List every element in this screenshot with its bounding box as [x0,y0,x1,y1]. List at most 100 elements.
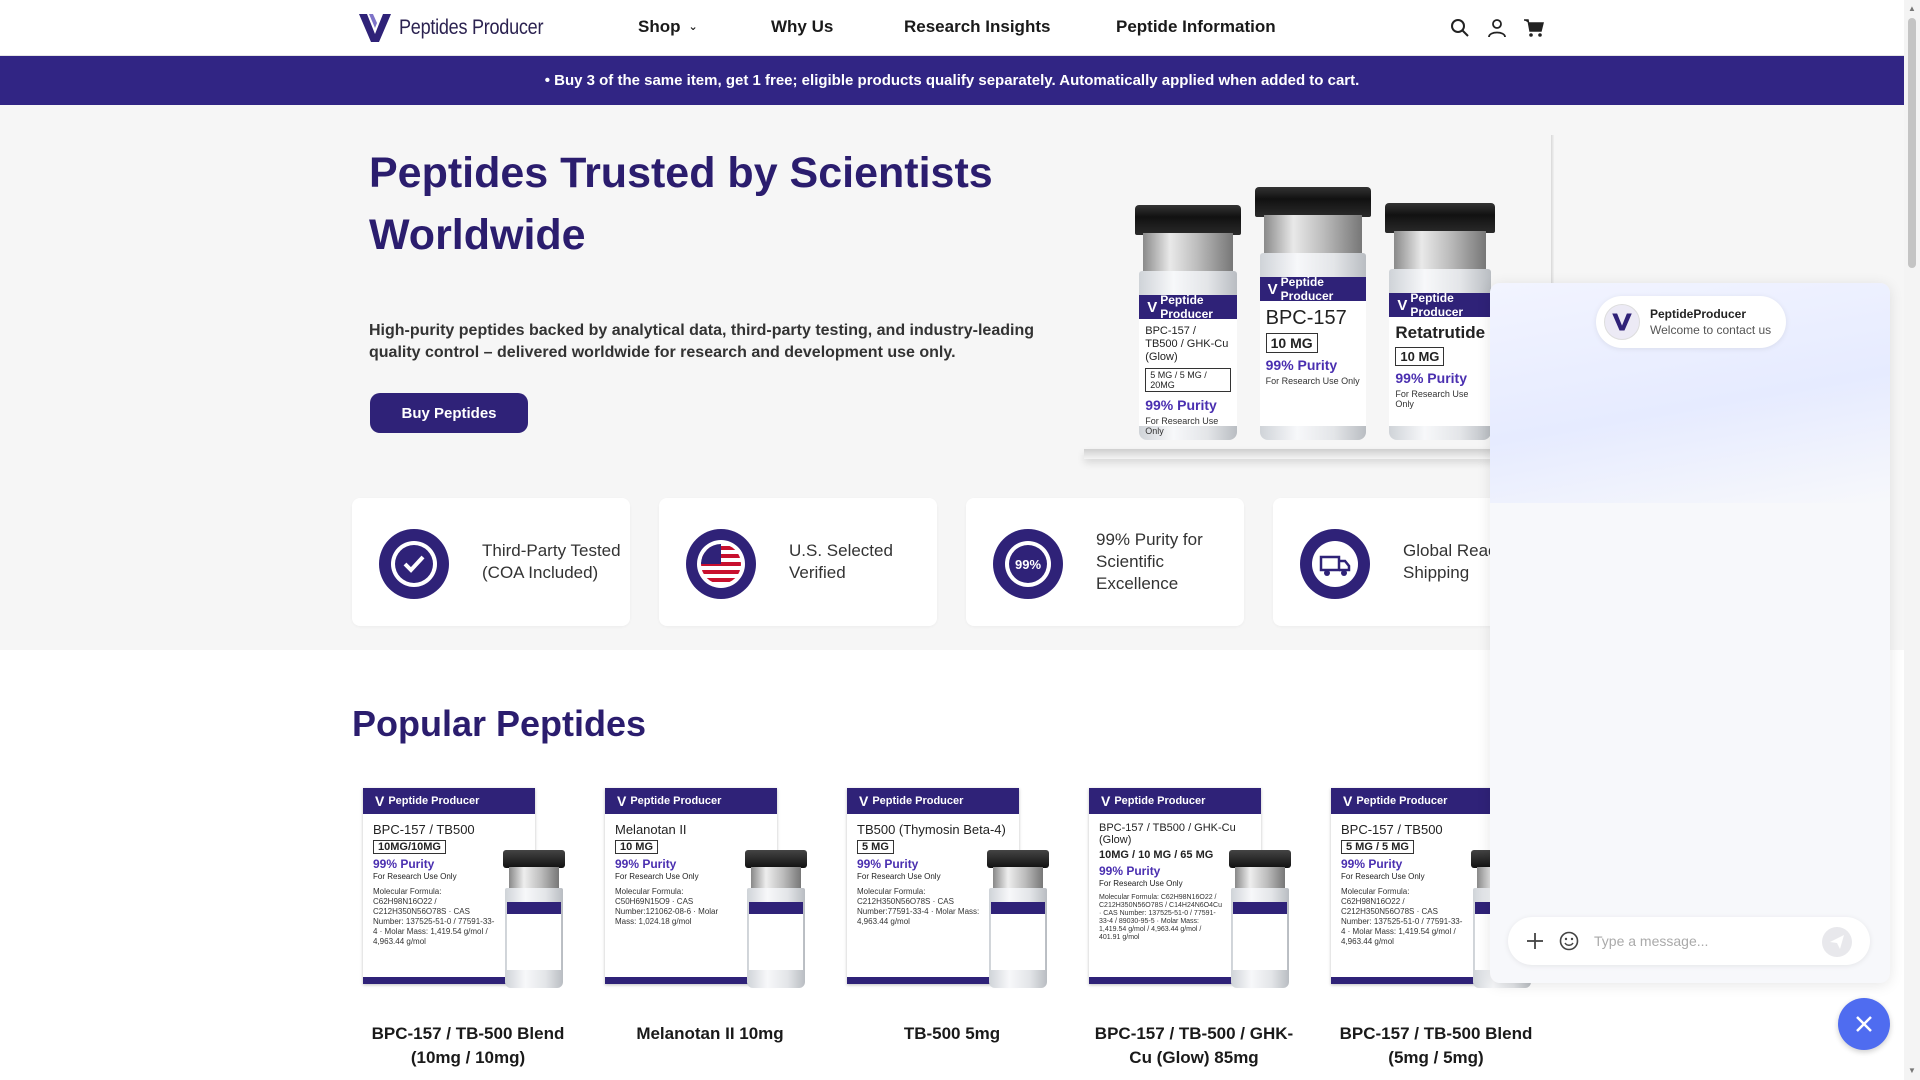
feature-card: 99% 99% Purity for Scientific Excellence [966,498,1244,626]
product-name[interactable]: Melanotan II 10mg [600,1022,820,1046]
vial-brand: Peptide Producer [1280,275,1334,303]
chat-agent-name: PeptideProducer [1650,307,1747,321]
chat-close-button[interactable] [1838,998,1890,1050]
vial-name: Retatrutide [1395,323,1486,342]
card-dose: 10 MG [615,840,659,854]
logo-mark-icon [1612,313,1632,331]
chat-message-input[interactable] [1594,929,1814,953]
card-brand: Peptide Producer [1114,795,1206,807]
vial-purity: 99% Purity [1395,370,1467,386]
fast-shipping-badge-icon [1300,529,1370,599]
third-party-tested-badge-icon [379,529,449,599]
product-image[interactable]: V Peptide Producer BPC-157 / TB500 / GHK-… [1089,788,1299,988]
product-card[interactable]: V Peptide Producer Melanotan II 10 MG 99%… [600,788,820,1046]
card-dose: 10MG / 10 MG / 65 MG [1099,849,1214,861]
vial-note: For Research Use Only [1265,376,1360,386]
purity-badge-value: 99% [1015,557,1041,572]
hero-vial: V Peptide Producer Retatrutide 10 MG 99% … [1385,203,1495,440]
hero-vial: V Peptide Producer BPC-157 / TB500 / GHK-… [1135,205,1241,440]
feature-label: U.S. Selected Verified [789,541,893,582]
chat-widget: PeptideProducer Welcome to contact us [1490,283,1890,983]
product-card[interactable]: V Peptide Producer BPC-157 / TB500 10MG/1… [358,788,578,1070]
feature-card: Third-Party Tested (COA Included) [352,498,630,626]
product-name[interactable]: BPC-157 / TB-500 Blend (5mg / 5mg) [1326,1022,1546,1070]
feature-card: U.S. Selected Verified [659,498,937,626]
card-formula: Molecular Formula: C62H98N16O22 / C212H3… [1099,894,1222,941]
scroll-thumb[interactable] [1908,18,1916,268]
buy-peptides-button[interactable]: Buy Peptides [370,393,528,433]
nav-research-insights[interactable]: Research Insights [904,17,1050,37]
product-image[interactable]: V Peptide Producer TB500 (Thymosin Beta-4… [847,788,1057,988]
vial-dose: 10 MG [1265,333,1318,353]
card-formula: Molecular Formula: C62H98N16O22 / C212H3… [373,887,495,946]
site-header: Peptides Producer Shop ⌄ Why Us Research … [0,0,1904,56]
emoji-icon[interactable] [1558,930,1580,952]
card-brand: Peptide Producer [872,795,964,807]
hero-title: Peptides Trusted by Scientists Worldwide [369,149,993,259]
vial-note: For Research Use Only [1145,416,1219,436]
avatar [1604,304,1640,340]
card-brand: Peptide Producer [1356,795,1448,807]
promo-banner: • Buy 3 of the same item, get 1 free; el… [0,56,1904,105]
plus-icon[interactable] [1524,930,1546,952]
product-vial [987,850,1049,988]
product-name[interactable]: BPC-157 / TB-500 Blend (10mg / 10mg) [358,1022,578,1070]
card-name: Melanotan II [615,822,687,837]
card-dose: 5 MG / 5 MG [1341,840,1414,854]
page-scrollbar[interactable]: ▲ ▼ [1904,0,1920,1080]
purity-badge-icon: 99% [993,529,1063,599]
chat-agent-card: PeptideProducer Welcome to contact us [1596,296,1786,348]
chat-agent-status: Welcome to contact us [1650,323,1772,337]
feature-label: 99% Purity for Scientific Excellence [1096,530,1203,593]
brand-name: Peptides Producer [399,16,544,39]
product-vial [503,850,565,988]
feature-label: Third-Party Tested (COA Included) [482,541,621,582]
product-vial [745,850,807,988]
product-vial [1229,850,1291,988]
user-icon[interactable] [1486,17,1508,39]
hero-description: High-purity peptides backed by analytica… [369,322,1034,361]
chevron-down-icon: ⌄ [688,21,698,33]
card-name: TB500 (Thymosin Beta-4) [857,822,1006,837]
vial-note: For Research Use Only [1395,389,1469,409]
card-formula: Molecular Formula: C212H350N56O78S · CAS… [857,887,980,926]
card-dose: 10MG/10MG [373,840,446,854]
vial-name: BPC-157 [1265,307,1347,329]
nav-why-us[interactable]: Why Us [771,17,833,37]
hero-image-shelf [1084,449,1508,459]
chat-composer [1508,917,1870,965]
logo-mark-icon [359,14,391,42]
send-icon [1830,935,1844,949]
card-name: BPC-157 / TB500 / GHK-Cu (Glow) [1099,822,1236,846]
us-made-badge-icon [686,529,756,599]
brand-logo[interactable]: Peptides Producer [357,12,567,44]
hero-vial: V Peptide Producer BPC-157 10 MG 99% Puri… [1255,187,1371,440]
card-dose: 5 MG [857,840,894,854]
product-image[interactable]: V Peptide Producer BPC-157 / TB500 10MG/1… [363,788,573,988]
vial-purity: 99% Purity [1265,357,1338,373]
product-card[interactable]: V Peptide Producer BPC-157 / TB500 / GHK-… [1084,788,1304,1070]
vial-purity: 99% Purity [1145,397,1217,413]
card-brand: Peptide Producer [388,795,480,807]
card-name: BPC-157 / TB500 [1341,822,1443,837]
scroll-up-icon[interactable]: ▲ [1908,4,1916,13]
vial-brand: Peptide Producer [1160,293,1213,321]
product-image[interactable]: V Peptide Producer Melanotan II 10 MG 99%… [605,788,815,988]
popular-peptides-title: Popular Peptides [352,703,647,744]
nav-peptide-information[interactable]: Peptide Information [1116,17,1276,37]
vial-dose: 10 MG [1395,347,1445,366]
send-button[interactable] [1822,927,1852,957]
product-name[interactable]: TB-500 5mg [842,1022,1062,1046]
nav-shop-label: Shop [638,17,681,36]
search-icon[interactable] [1449,17,1471,39]
cart-icon[interactable] [1523,17,1545,39]
nav-shop[interactable]: Shop ⌄ [638,17,698,37]
product-card[interactable]: V Peptide Producer TB500 (Thymosin Beta-4… [842,788,1062,1046]
vial-brand: Peptide Producer [1410,291,1464,319]
page: Peptides Producer Shop ⌄ Why Us Research … [0,0,1920,1080]
card-brand: Peptide Producer [630,795,722,807]
product-name[interactable]: BPC-157 / TB-500 / GHK-Cu (Glow) 85mg [1084,1022,1304,1070]
card-name: BPC-157 / TB500 [373,822,475,837]
card-formula: Molecular Formula: C62H98N16O22 / C212H3… [1341,887,1463,946]
scroll-down-icon[interactable]: ▼ [1908,1066,1916,1075]
